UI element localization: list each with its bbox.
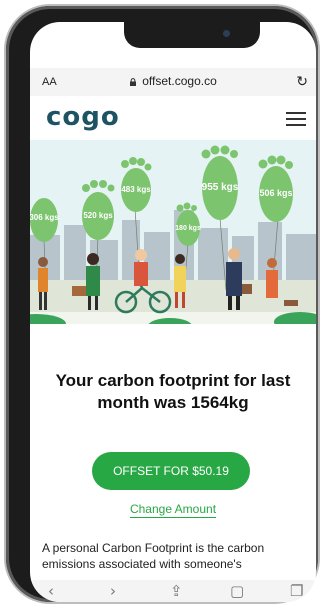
browser-toolbar: ‹ › ⇪ ▢ ❐ — [30, 580, 316, 602]
tabs-icon[interactable]: ❐ — [290, 582, 303, 600]
offset-button[interactable]: OFFSET FOR $50.19 — [92, 452, 250, 490]
hero-illustration: 306 kgs 520 kgs 483 kgs 180 kgs 955 kgs … — [30, 140, 316, 324]
cogo-logo[interactable]: cogo — [46, 102, 120, 132]
phone-notch — [124, 22, 260, 48]
lock-icon — [130, 78, 137, 86]
phone-screen: AA offset.cogo.co ↻ cogo 306 kgs 520 kgs… — [30, 22, 316, 602]
phone-frame: AA offset.cogo.co ↻ cogo 306 kgs 520 kgs… — [6, 6, 318, 602]
change-amount-container: Change Amount — [30, 502, 316, 518]
bookmarks-icon[interactable]: ▢ — [230, 582, 244, 600]
forward-icon[interactable]: › — [110, 582, 116, 600]
address-text: offset.cogo.co — [142, 74, 217, 88]
back-icon[interactable]: ‹ — [48, 582, 54, 600]
browser-address-bar[interactable]: AA offset.cogo.co ↻ — [30, 68, 316, 96]
site-header: cogo — [30, 98, 316, 140]
balloon-label: 506 kgs — [259, 188, 292, 198]
balloon-label: 483 kgs — [121, 185, 151, 194]
change-amount-link[interactable]: Change Amount — [129, 502, 217, 518]
hamburger-menu-icon[interactable] — [286, 112, 306, 128]
balloon-label: 520 kgs — [83, 211, 113, 220]
balloon-label: 955 kgs — [202, 182, 239, 193]
reload-icon[interactable]: ↻ — [296, 73, 308, 90]
hero-svg: 306 kgs 520 kgs 483 kgs 180 kgs 955 kgs … — [30, 145, 316, 324]
balloon-label: 180 kgs — [175, 225, 201, 232]
balloon-label: 306 kgs — [30, 213, 59, 222]
camera-icon — [223, 30, 230, 37]
share-icon[interactable]: ⇪ — [170, 582, 183, 600]
footprint-description: A personal Carbon Footprint is the carbo… — [42, 541, 265, 571]
carbon-footprint-headline: Your carbon footprint for last month was… — [55, 371, 291, 412]
address-field[interactable]: offset.cogo.co — [30, 74, 316, 88]
